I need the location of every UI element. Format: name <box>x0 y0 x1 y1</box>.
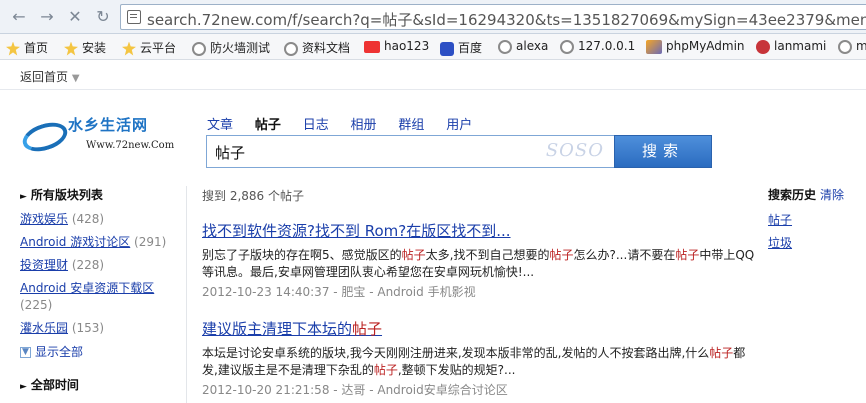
browser-toolbar: ← → ✕ ↻ search.72new.com/f/search?q=帖子&s… <box>0 0 866 34</box>
bookmark-item[interactable]: 防火墙测试 <box>192 39 270 56</box>
tab-articles[interactable]: 文章 <box>207 114 233 133</box>
result-meta: 2012-10-20 21:21:58 - 达哥 - Android安卓综合讨论… <box>202 383 508 397</box>
forum-filter-item: Android 游戏讨论区 (291) <box>20 235 167 249</box>
logo-subtitle: Www.72new.Com <box>86 140 175 151</box>
lanmami-icon <box>756 39 770 54</box>
history-item[interactable]: 垃圾 <box>768 234 866 251</box>
triangle-right-icon: ► <box>20 192 27 202</box>
bookmark-item[interactable]: 百度 <box>440 39 482 56</box>
result-meta: 2012-10-23 14:40:37 - 肥宝 - Android 手机影视 <box>202 285 476 299</box>
forum-sidebar: ► 所有版块列表 游戏娱乐 (428) Android 游戏讨论区 (291) 投… <box>20 186 185 401</box>
reload-icon[interactable]: ↻ <box>92 8 114 26</box>
history-item[interactable]: 帖子 <box>768 211 866 228</box>
back-arrow-icon[interactable]: ← <box>8 8 30 26</box>
forum-filter-item: 游戏娱乐 (428) <box>20 212 105 226</box>
result-snippet: 别忘了子版块的存在啊5、感觉版区的帖子太多,找不到自己想要的帖子怎么办?...请… <box>202 248 755 279</box>
bookmark-item[interactable]: m <box>838 39 866 54</box>
bookmark-item[interactable]: phpMyAdmin <box>646 39 745 54</box>
forum-filter-item: 投资理财 (228) <box>20 258 105 272</box>
query-highlight: 帖子 <box>709 346 734 360</box>
bookmark-item[interactable]: 安装 <box>64 39 106 56</box>
search-history: 搜索历史 清除 帖子 垃圾 <box>768 186 866 257</box>
query-highlight: 帖子 <box>549 248 574 262</box>
search-type-tabs: 文章 帖子 日志 相册 群组 用户 <box>207 114 490 133</box>
home-link[interactable]: 返回首页 ▼ <box>20 68 80 85</box>
bookmark-item[interactable]: alexa <box>498 39 548 54</box>
star-icon <box>122 41 136 56</box>
tab-albums[interactable]: 相册 <box>351 114 377 133</box>
search-result: 找不到软件资源?找不到 Rom?在版区找不到... 别忘了子版块的存在啊5、感觉… <box>202 220 757 300</box>
close-icon[interactable]: ✕ <box>64 8 86 26</box>
logo-swirl-icon <box>19 117 71 157</box>
bookmark-item[interactable]: hao123 <box>364 39 429 53</box>
result-title-link[interactable]: 找不到软件资源?找不到 Rom?在版区找不到... <box>202 220 757 241</box>
bookmark-item[interactable]: 首页 <box>6 39 48 56</box>
forum-filter-item: 灌水乐园 (153) <box>20 321 105 335</box>
result-snippet: 本坛是讨论安卓系统的版块,我今天刚刚注册进来,发现本版非常的乱,发帖的人不按套路… <box>202 346 746 377</box>
result-title-link[interactable]: 建议版主清理下本坛的帖子 <box>202 318 757 339</box>
show-all-forums-link[interactable]: ▼ 显示全部 <box>20 343 185 360</box>
search-button[interactable]: 搜索 <box>614 135 712 168</box>
query-highlight: 帖子 <box>401 248 426 262</box>
header-divider <box>0 89 866 90</box>
tab-users[interactable]: 用户 <box>446 114 472 133</box>
forward-arrow-icon[interactable]: → <box>36 8 58 26</box>
star-icon <box>64 41 78 56</box>
address-bar[interactable]: search.72new.com/f/search?q=帖子&sId=16294… <box>120 4 866 30</box>
query-highlight: 帖子 <box>352 320 383 338</box>
globe-icon <box>498 39 512 54</box>
forum-list-header: ► 所有版块列表 <box>20 188 103 202</box>
expand-icon: ▼ <box>20 347 31 358</box>
sidebar-divider <box>186 186 187 403</box>
globe-icon <box>560 39 574 54</box>
query-highlight: 帖子 <box>373 363 398 377</box>
globe-icon <box>284 41 298 56</box>
bookmark-item[interactable]: lanmami <box>756 39 826 54</box>
tab-posts[interactable]: 帖子 <box>255 114 281 133</box>
page-icon <box>127 10 141 24</box>
bookmark-item[interactable]: 资料文档 <box>284 39 350 56</box>
bookmark-item[interactable]: 云平台 <box>122 39 176 56</box>
bookmarks-bar: 首页 安装 云平台 防火墙测试 资料文档 hao123 百度 alexa 127… <box>0 34 866 60</box>
caret-down-icon: ▼ <box>71 73 80 84</box>
hao123-icon <box>364 40 380 53</box>
clear-history-link[interactable]: 清除 <box>820 188 844 202</box>
bookmark-item[interactable]: 127.0.0.1 <box>560 39 635 54</box>
tab-groups[interactable]: 群组 <box>398 114 424 133</box>
search-result: 建议版主清理下本坛的帖子 本坛是讨论安卓系统的版块,我今天刚刚注册进来,发现本版… <box>202 318 757 398</box>
phpmyadmin-icon <box>646 39 662 54</box>
result-count: 搜到 2,886 个帖子 <box>202 189 304 203</box>
globe-icon <box>838 39 852 54</box>
baidu-paw-icon <box>440 41 454 56</box>
query-highlight: 帖子 <box>675 248 700 262</box>
star-icon <box>6 41 20 56</box>
site-logo[interactable]: 水乡生活网 Www.72new.Com <box>19 114 190 158</box>
url-text[interactable]: search.72new.com/f/search?q=帖子&sId=16294… <box>147 9 866 30</box>
triangle-right-icon: ► <box>20 382 27 392</box>
time-filter-header: ► 全部时间 <box>20 378 79 392</box>
logo-title: 水乡生活网 <box>68 116 149 134</box>
forum-filter-item: Android 安卓资源下载区 (225) <box>20 281 155 312</box>
search-input[interactable]: 帖子 SOSO <box>206 135 614 168</box>
soso-watermark: SOSO <box>545 140 604 161</box>
history-header: 搜索历史 清除 <box>768 188 845 202</box>
globe-icon <box>192 41 206 56</box>
tab-blogs[interactable]: 日志 <box>303 114 329 133</box>
